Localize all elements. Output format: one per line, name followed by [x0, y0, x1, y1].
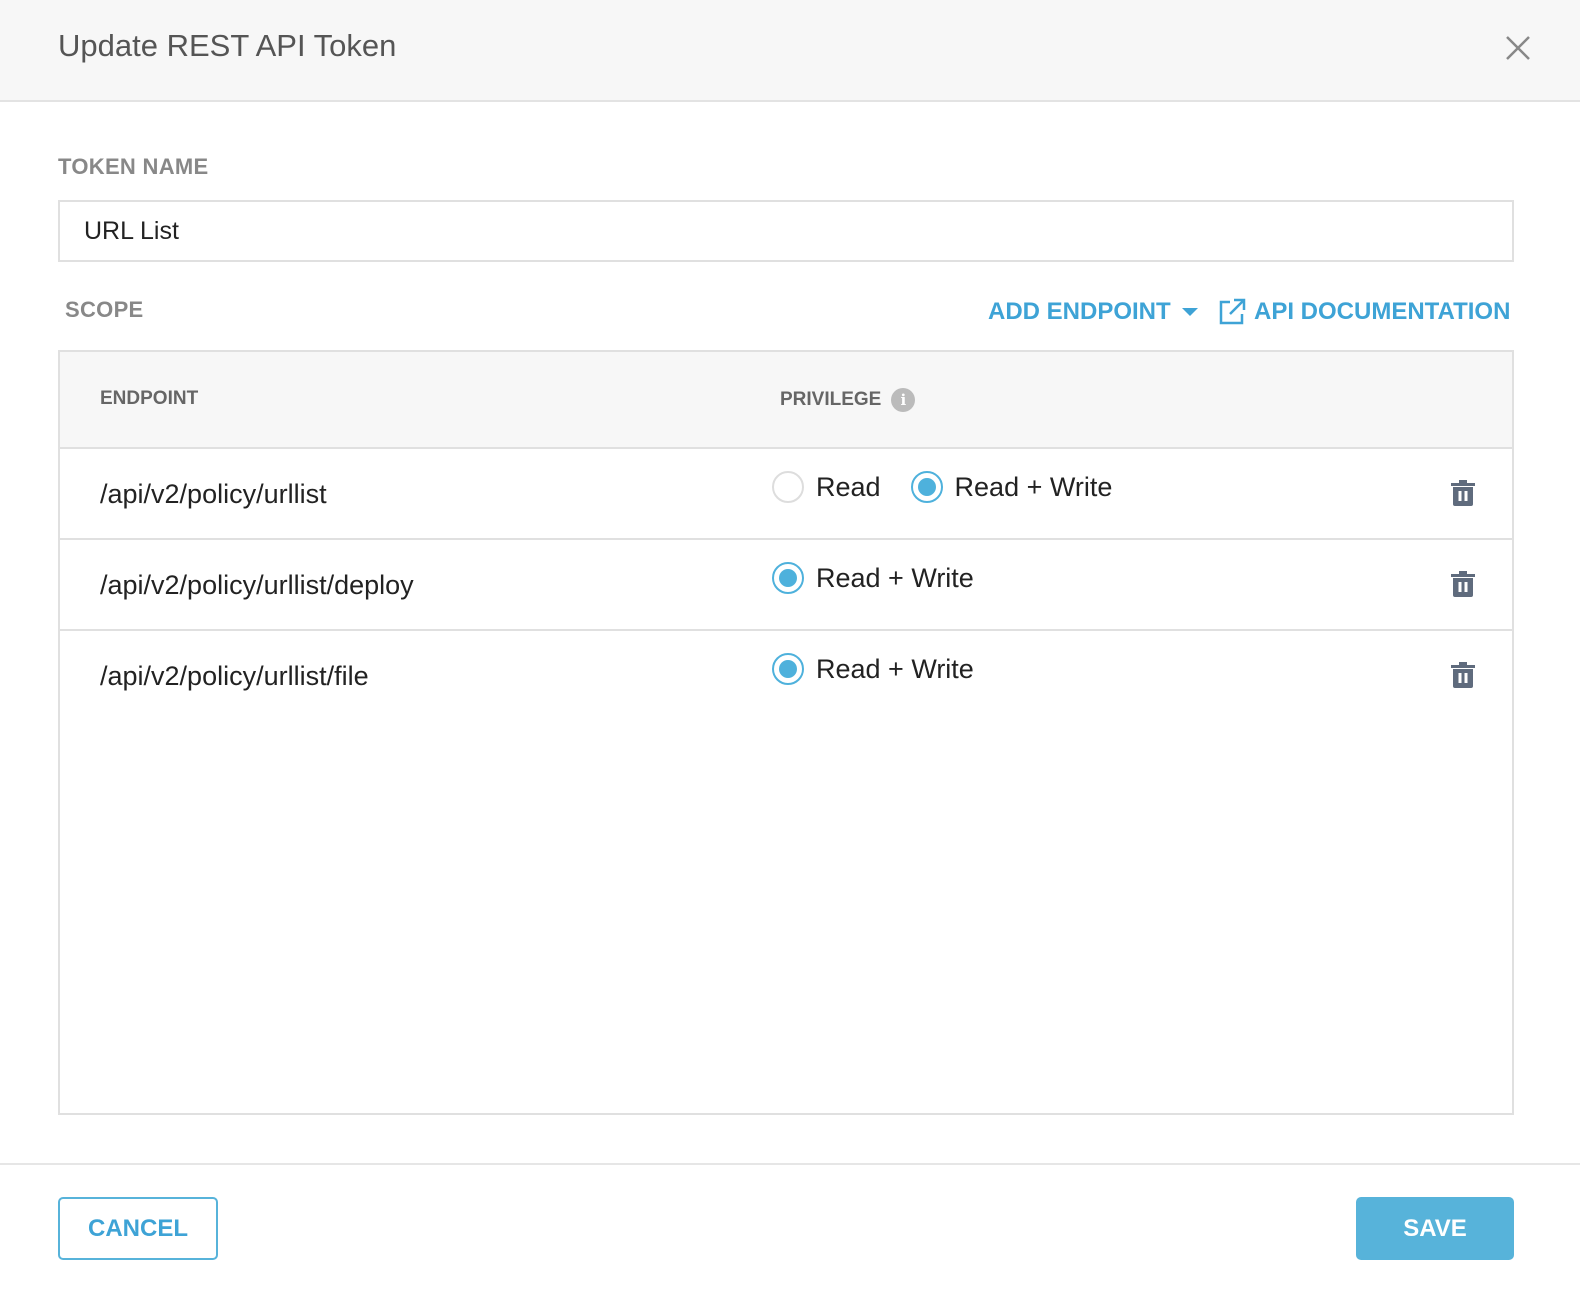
endpoint-path: /api/v2/policy/urllist — [100, 479, 327, 509]
column-privilege-label: PRIVILEGE — [780, 389, 882, 410]
privilege-option-label: Read — [816, 471, 881, 502]
radio-button[interactable] — [772, 562, 804, 594]
privilege-radio-group: Read + Write — [772, 562, 974, 594]
radio-button[interactable] — [772, 471, 804, 503]
scope-table: ENDPOINT PRIVILEGE i /api/v2/policy/urlli… — [58, 350, 1514, 1115]
add-endpoint-label: ADD ENDPOINT — [988, 298, 1171, 325]
close-icon[interactable] — [1500, 30, 1536, 66]
privilege-option[interactable]: Read — [772, 471, 881, 503]
api-documentation-label: API DOCUMENTATION — [1254, 298, 1511, 325]
api-documentation-link[interactable]: API DOCUMENTATION — [1218, 298, 1510, 326]
privilege-option[interactable]: Read + Write — [772, 653, 974, 685]
info-icon[interactable]: i — [891, 388, 916, 412]
privilege-radio-group: Read + Write — [772, 653, 974, 685]
table-row: /api/v2/policy/urllist/deploy Read + Writ… — [60, 540, 1512, 631]
radio-button[interactable] — [772, 653, 804, 685]
table-header: ENDPOINT PRIVILEGE i — [60, 352, 1512, 449]
footer-divider — [0, 1163, 1580, 1165]
table-row: /api/v2/policy/urllist Read Read + Write — [60, 449, 1512, 540]
table-row: /api/v2/policy/urllist/file Read + Write — [60, 631, 1512, 722]
privilege-option[interactable]: Read + Write — [910, 471, 1113, 503]
dialog-header: Update REST API Token — [0, 0, 1580, 102]
privilege-option[interactable]: Read + Write — [772, 562, 974, 594]
endpoint-path: /api/v2/policy/urllist/deploy — [100, 570, 414, 600]
endpoint-path: /api/v2/policy/urllist/file — [100, 661, 369, 691]
radio-button[interactable] — [910, 471, 943, 503]
trash-icon[interactable] — [1450, 570, 1476, 598]
scope-label: SCOPE — [65, 297, 144, 322]
external-link-icon — [1219, 298, 1246, 325]
add-endpoint-dropdown[interactable]: ADD ENDPOINT — [988, 298, 1199, 326]
privilege-option-label: Read + Write — [816, 653, 974, 684]
column-endpoint: ENDPOINT — [100, 388, 198, 410]
token-name-label: TOKEN NAME — [58, 154, 209, 179]
column-endpoint-label: ENDPOINT — [100, 388, 199, 409]
token-name-input[interactable] — [58, 200, 1514, 262]
column-privilege: PRIVILEGE i — [780, 388, 916, 412]
trash-icon[interactable] — [1450, 479, 1476, 507]
privilege-option-label: Read + Write — [816, 562, 974, 593]
privilege-option-label: Read + Write — [954, 471, 1113, 502]
dialog-title: Update REST API Token — [58, 28, 397, 63]
caret-down-icon — [1181, 308, 1198, 316]
trash-icon[interactable] — [1450, 661, 1476, 689]
privilege-radio-group: Read Read + Write — [772, 471, 1112, 503]
save-button[interactable]: SAVE — [1356, 1197, 1514, 1260]
cancel-button[interactable]: CANCEL — [58, 1197, 218, 1260]
